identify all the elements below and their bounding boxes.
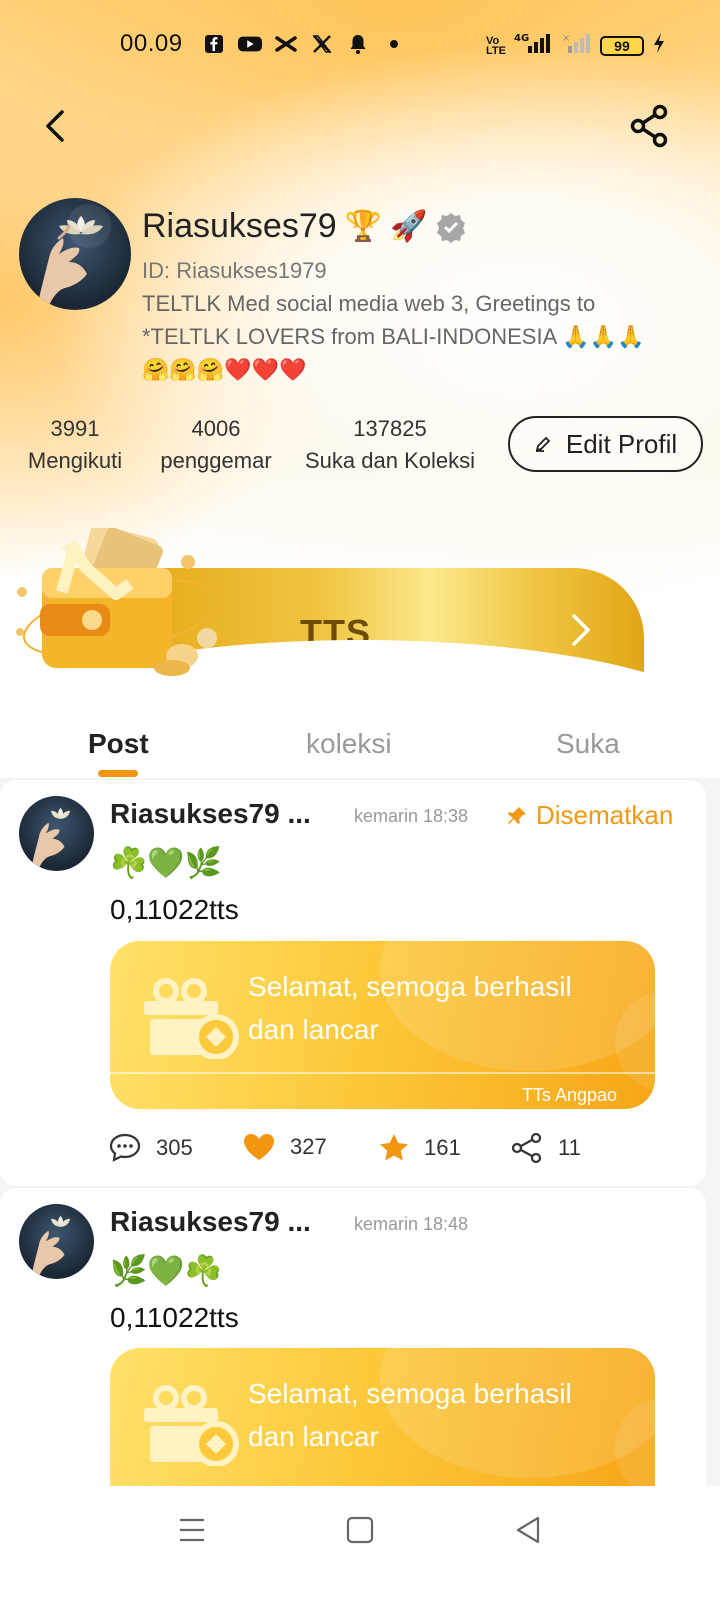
verified-icon: [435, 211, 467, 243]
edit-profile-button[interactable]: Edit Profil: [508, 416, 703, 472]
pinned-badge: Disematkan: [506, 800, 673, 831]
angpao-card[interactable]: Selamat, semoga berhasil dan lancar: [110, 1348, 655, 1486]
youtube-icon: [238, 32, 262, 56]
post-actions: 305 327 161 11: [108, 1132, 668, 1172]
capcut-icon: [274, 32, 298, 56]
angpao-footer: TTs Angpao: [521, 1085, 617, 1105]
share-post-button[interactable]: 11: [510, 1132, 581, 1164]
bio-line: TELTLK Med social media web 3, Greetings…: [142, 291, 596, 316]
dot-icon: [382, 32, 406, 56]
star-count: 161: [424, 1135, 461, 1160]
star-icon: [380, 1134, 408, 1161]
comment-icon: [109, 1133, 141, 1162]
svg-text:4G: 4G: [514, 33, 529, 44]
lotus-hand-image: [31, 808, 70, 871]
angpao-message: Selamat, semoga berhasil dan lancar: [248, 965, 628, 1051]
stat-value: 3991: [50, 416, 100, 441]
like-button[interactable]: 327: [242, 1132, 327, 1162]
angpao-message-line: Selamat, semoga berhasil: [248, 1378, 572, 1409]
x-icon: [310, 32, 334, 56]
trophy-badge: 🏆: [344, 210, 383, 243]
angpao-message-line: dan lancar: [248, 1014, 379, 1045]
gift-icon: [144, 1385, 239, 1466]
bio-line: *TELTLK LOVERS from BALI-INDONESIA 🙏🙏🙏: [142, 324, 645, 349]
profile-bio: TELTLK Med social media web 3, Greetings…: [142, 287, 702, 386]
stat-following[interactable]: 3991 Mengikuti: [20, 414, 130, 478]
status-time: 00.09: [120, 30, 183, 57]
stat-likes-collections[interactable]: 137825 Suka dan Koleksi: [300, 414, 480, 478]
volte-icon: Vo LTE: [486, 34, 506, 57]
post-time: kemarin 18:48: [354, 1214, 469, 1234]
status-bar: 00.09 Vo LTE 4G × 99: [0, 28, 720, 62]
angpao-card[interactable]: Selamat, semoga berhasil dan lancar TTs …: [110, 941, 655, 1109]
post-card[interactable]: Riasukses79 ... kemarin 18:38 Disematkan…: [0, 780, 706, 1186]
wallet-icon: [16, 528, 222, 676]
svg-text:×: ×: [562, 33, 570, 44]
tab-post[interactable]: Post: [88, 728, 149, 760]
tts-banner[interactable]: TTS: [0, 520, 720, 800]
stat-fans[interactable]: 4006 penggemar: [156, 414, 276, 478]
share-count: 11: [558, 1135, 581, 1160]
tab-koleksi[interactable]: koleksi: [306, 728, 392, 760]
signal-icon: ×: [562, 32, 592, 59]
edit-profile-label: Edit Profil: [565, 428, 678, 459]
recent-apps-button[interactable]: [172, 1510, 212, 1550]
post-amount: 0,11022tts: [110, 1302, 239, 1333]
back-button[interactable]: [38, 104, 78, 148]
chevron-right-icon: [572, 614, 590, 646]
charging-icon: [652, 32, 666, 59]
stat-value: 4006: [191, 416, 241, 441]
share-icon: [630, 104, 668, 148]
stat-label: penggemar: [160, 448, 272, 473]
post-emoji: 🌿💚☘️: [110, 1255, 223, 1288]
pinned-label: Disematkan: [536, 800, 674, 830]
post-avatar[interactable]: [19, 1204, 94, 1279]
comment-button[interactable]: 305: [108, 1132, 193, 1164]
post-amount: 0,11022tts: [110, 894, 239, 925]
menu-icon: [180, 1518, 204, 1542]
comment-count: 305: [156, 1135, 193, 1160]
system-nav-bar: [0, 1486, 720, 1600]
post-author[interactable]: Riasukses79 ...: [110, 1206, 311, 1238]
chevron-left-icon: [46, 110, 64, 142]
facebook-icon: [202, 32, 226, 56]
lotus-hand-image: [37, 204, 111, 310]
profile-avatar[interactable]: [19, 198, 131, 310]
lotus-hand-image: [31, 1216, 70, 1279]
pin-icon: [508, 806, 526, 824]
angpao-message-line: Selamat, semoga berhasil: [248, 971, 572, 1002]
post-card[interactable]: Riasukses79 ... kemarin 18:48 🌿💚☘️ 0,110…: [0, 1188, 706, 1486]
like-count: 327: [290, 1134, 327, 1159]
post-emoji: ☘️💚🌿: [110, 847, 223, 880]
profile-user-id: ID: Riasukses1979: [142, 258, 327, 283]
gift-icon: [144, 978, 239, 1059]
angpao-message-line: dan lancar: [248, 1421, 379, 1452]
share-button[interactable]: [628, 104, 672, 148]
stat-value: 137825: [353, 416, 427, 441]
system-back-button[interactable]: [508, 1510, 548, 1550]
tab-suka[interactable]: Suka: [556, 728, 620, 760]
stat-label: Suka dan Koleksi: [305, 448, 475, 473]
heart-icon: [244, 1134, 274, 1160]
angpao-divider: [110, 1072, 655, 1074]
square-icon: [346, 1516, 374, 1544]
angpao-message: Selamat, semoga berhasil dan lancar: [248, 1372, 628, 1458]
post-time: kemarin 18:38: [354, 806, 469, 826]
share-icon: [511, 1132, 542, 1164]
stat-label: Mengikuti: [27, 448, 123, 473]
star-button[interactable]: 161: [378, 1132, 461, 1164]
pencil-icon: [535, 436, 551, 452]
triangle-back-icon: [516, 1516, 540, 1544]
bio-line: 🤗🤗🤗❤️❤️❤️: [142, 357, 307, 382]
post-author[interactable]: Riasukses79 ...: [110, 798, 311, 830]
notification-bell-icon: [346, 32, 370, 56]
home-button[interactable]: [340, 1510, 380, 1550]
battery-indicator: 99: [599, 35, 644, 56]
rocket-badge: 🚀: [390, 210, 428, 243]
4g-signal-icon: 4G: [514, 32, 554, 59]
post-avatar[interactable]: [19, 796, 94, 871]
profile-username-row: Riasukses79 🏆 🚀: [142, 207, 467, 246]
active-tab-indicator: [98, 770, 138, 777]
profile-username: Riasukses79: [142, 207, 337, 245]
